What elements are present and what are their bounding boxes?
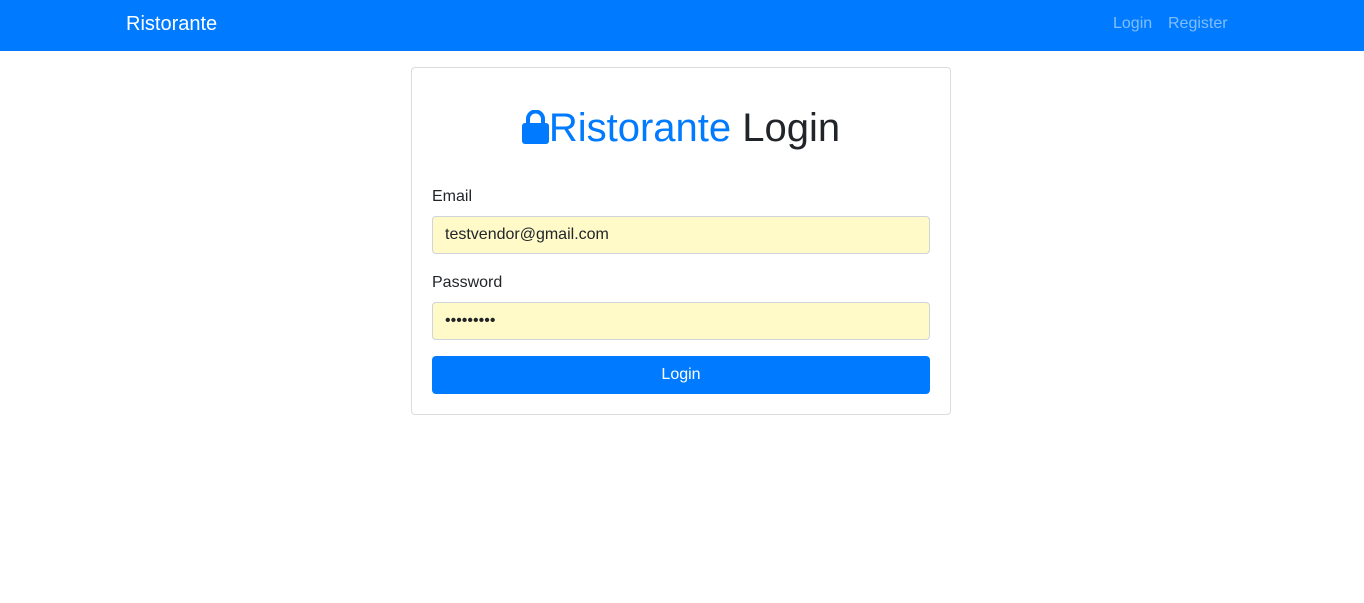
password-label: Password xyxy=(432,274,503,291)
lock-icon xyxy=(521,110,549,144)
top-navbar: Ristorante Login Register xyxy=(0,0,1364,51)
password-field[interactable] xyxy=(432,302,930,340)
nav-link-login[interactable]: Login xyxy=(1113,14,1152,34)
nav-link-register[interactable]: Register xyxy=(1168,14,1228,34)
page-title: Ristorante Login xyxy=(412,104,950,152)
email-label: Email xyxy=(432,188,473,205)
login-card: Ristorante Login Email Password Login xyxy=(411,67,951,415)
title-brand-text: Ristorante xyxy=(548,106,732,150)
email-field[interactable] xyxy=(432,216,930,254)
title-login-text: Login xyxy=(731,106,841,150)
login-button[interactable]: Login xyxy=(432,356,930,394)
navbar-brand[interactable]: Ristorante xyxy=(126,12,217,36)
